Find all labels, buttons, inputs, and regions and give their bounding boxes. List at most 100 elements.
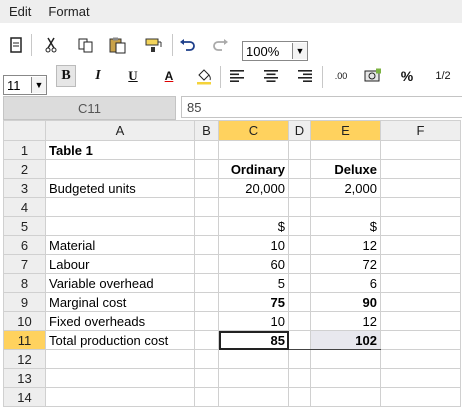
- cell-f4[interactable]: [380, 197, 461, 217]
- row-header[interactable]: 4: [3, 197, 46, 217]
- cell-a7[interactable]: Labour: [45, 254, 195, 274]
- cell-f10[interactable]: [380, 311, 461, 331]
- cell-d10[interactable]: [288, 311, 311, 331]
- row-header[interactable]: 1: [3, 140, 46, 160]
- cell-d7[interactable]: [288, 254, 311, 274]
- cell-c8[interactable]: 5: [218, 273, 289, 293]
- cell-f13[interactable]: [380, 368, 461, 388]
- cell-d13[interactable]: [288, 368, 311, 388]
- cell-f12[interactable]: [380, 349, 461, 369]
- cell-e11[interactable]: 102: [310, 330, 381, 350]
- cell-d12[interactable]: [288, 349, 311, 369]
- cell-b4[interactable]: [194, 197, 219, 217]
- cell-a2[interactable]: [45, 159, 195, 179]
- cell-a10[interactable]: Fixed overheads: [45, 311, 195, 331]
- cell-e12[interactable]: [310, 349, 381, 369]
- cell-c2[interactable]: Ordinary: [218, 159, 289, 179]
- row-header[interactable]: 3: [3, 178, 46, 198]
- cell-e5[interactable]: $: [310, 216, 381, 236]
- cell-f11[interactable]: [380, 330, 461, 350]
- cell-d4[interactable]: [288, 197, 311, 217]
- font-color-button[interactable]: A: [160, 66, 178, 86]
- cell-a11[interactable]: Total production cost: [45, 330, 195, 350]
- row-header[interactable]: 12: [3, 349, 46, 369]
- cell-c11[interactable]: 85: [218, 330, 289, 350]
- cell-f5[interactable]: [380, 216, 461, 236]
- cell-b8[interactable]: [194, 273, 219, 293]
- cell-e14[interactable]: [310, 387, 381, 407]
- cell-d14[interactable]: [288, 387, 311, 407]
- row-header[interactable]: 7: [3, 254, 46, 274]
- column-header-a[interactable]: A: [45, 120, 195, 141]
- cell-d1[interactable]: [288, 140, 311, 160]
- row-header[interactable]: 6: [3, 235, 46, 255]
- cell-b14[interactable]: [194, 387, 219, 407]
- cell-b7[interactable]: [194, 254, 219, 274]
- cell-e13[interactable]: [310, 368, 381, 388]
- cell-c6[interactable]: 10: [218, 235, 289, 255]
- cell-c5[interactable]: $: [218, 216, 289, 236]
- cell-e7[interactable]: 72: [310, 254, 381, 274]
- zoom-select[interactable]: 100% ▼: [242, 41, 308, 61]
- cell-a13[interactable]: [45, 368, 195, 388]
- cell-b10[interactable]: [194, 311, 219, 331]
- cell-f2[interactable]: [380, 159, 461, 179]
- document-icon[interactable]: [6, 35, 26, 55]
- cell-b6[interactable]: [194, 235, 219, 255]
- cell-c3[interactable]: 20,000: [218, 178, 289, 198]
- cell-f9[interactable]: [380, 292, 461, 312]
- formula-input[interactable]: 85: [181, 96, 462, 118]
- menu-format[interactable]: Format: [39, 4, 97, 19]
- row-header[interactable]: 14: [3, 387, 46, 407]
- bold-button[interactable]: B: [56, 65, 76, 87]
- cell-c12[interactable]: [218, 349, 289, 369]
- redo-icon[interactable]: [212, 35, 230, 55]
- cell-c14[interactable]: [218, 387, 289, 407]
- cell-e6[interactable]: 12: [310, 235, 381, 255]
- column-header-f[interactable]: F: [380, 120, 461, 141]
- cell-c10[interactable]: 10: [218, 311, 289, 331]
- cell-b12[interactable]: [194, 349, 219, 369]
- cell-a9[interactable]: Marginal cost: [45, 292, 195, 312]
- row-header[interactable]: 10: [3, 311, 46, 331]
- cell-e10[interactable]: 12: [310, 311, 381, 331]
- row-header[interactable]: 2: [3, 159, 46, 179]
- cell-f3[interactable]: [380, 178, 461, 198]
- format-painter-icon[interactable]: [143, 35, 165, 55]
- cell-a3[interactable]: Budgeted units: [45, 178, 195, 198]
- cell-e8[interactable]: 6: [310, 273, 381, 293]
- row-header[interactable]: 8: [3, 273, 46, 293]
- paste-icon[interactable]: [107, 35, 129, 55]
- cell-f6[interactable]: [380, 235, 461, 255]
- cell-f8[interactable]: [380, 273, 461, 293]
- cell-b9[interactable]: [194, 292, 219, 312]
- font-size-select[interactable]: 11 ▼: [3, 75, 47, 95]
- select-all-corner[interactable]: [3, 120, 46, 141]
- cell-d3[interactable]: [288, 178, 311, 198]
- cell-d6[interactable]: [288, 235, 311, 255]
- cell-d2[interactable]: [288, 159, 311, 179]
- align-right-icon[interactable]: [296, 66, 314, 86]
- cell-b13[interactable]: [194, 368, 219, 388]
- cell-f1[interactable]: [380, 140, 461, 160]
- cell-b2[interactable]: [194, 159, 219, 179]
- cell-b11[interactable]: [194, 330, 219, 350]
- cell-c1[interactable]: [218, 140, 289, 160]
- row-header[interactable]: 13: [3, 368, 46, 388]
- cell-reference-box[interactable]: C11: [3, 96, 176, 120]
- cell-b5[interactable]: [194, 216, 219, 236]
- cell-c7[interactable]: 60: [218, 254, 289, 274]
- cell-b1[interactable]: [194, 140, 219, 160]
- row-header[interactable]: 11: [3, 330, 46, 350]
- cell-a12[interactable]: [45, 349, 195, 369]
- cell-a6[interactable]: Material: [45, 235, 195, 255]
- row-header[interactable]: 5: [3, 216, 46, 236]
- cell-f7[interactable]: [380, 254, 461, 274]
- currency-icon[interactable]: [362, 66, 384, 86]
- italic-button[interactable]: I: [90, 66, 106, 86]
- underline-button[interactable]: U: [124, 66, 142, 86]
- undo-icon[interactable]: [178, 35, 196, 55]
- percent-button[interactable]: %: [398, 66, 416, 86]
- align-left-icon[interactable]: [228, 66, 246, 86]
- cell-e9[interactable]: 90: [310, 292, 381, 312]
